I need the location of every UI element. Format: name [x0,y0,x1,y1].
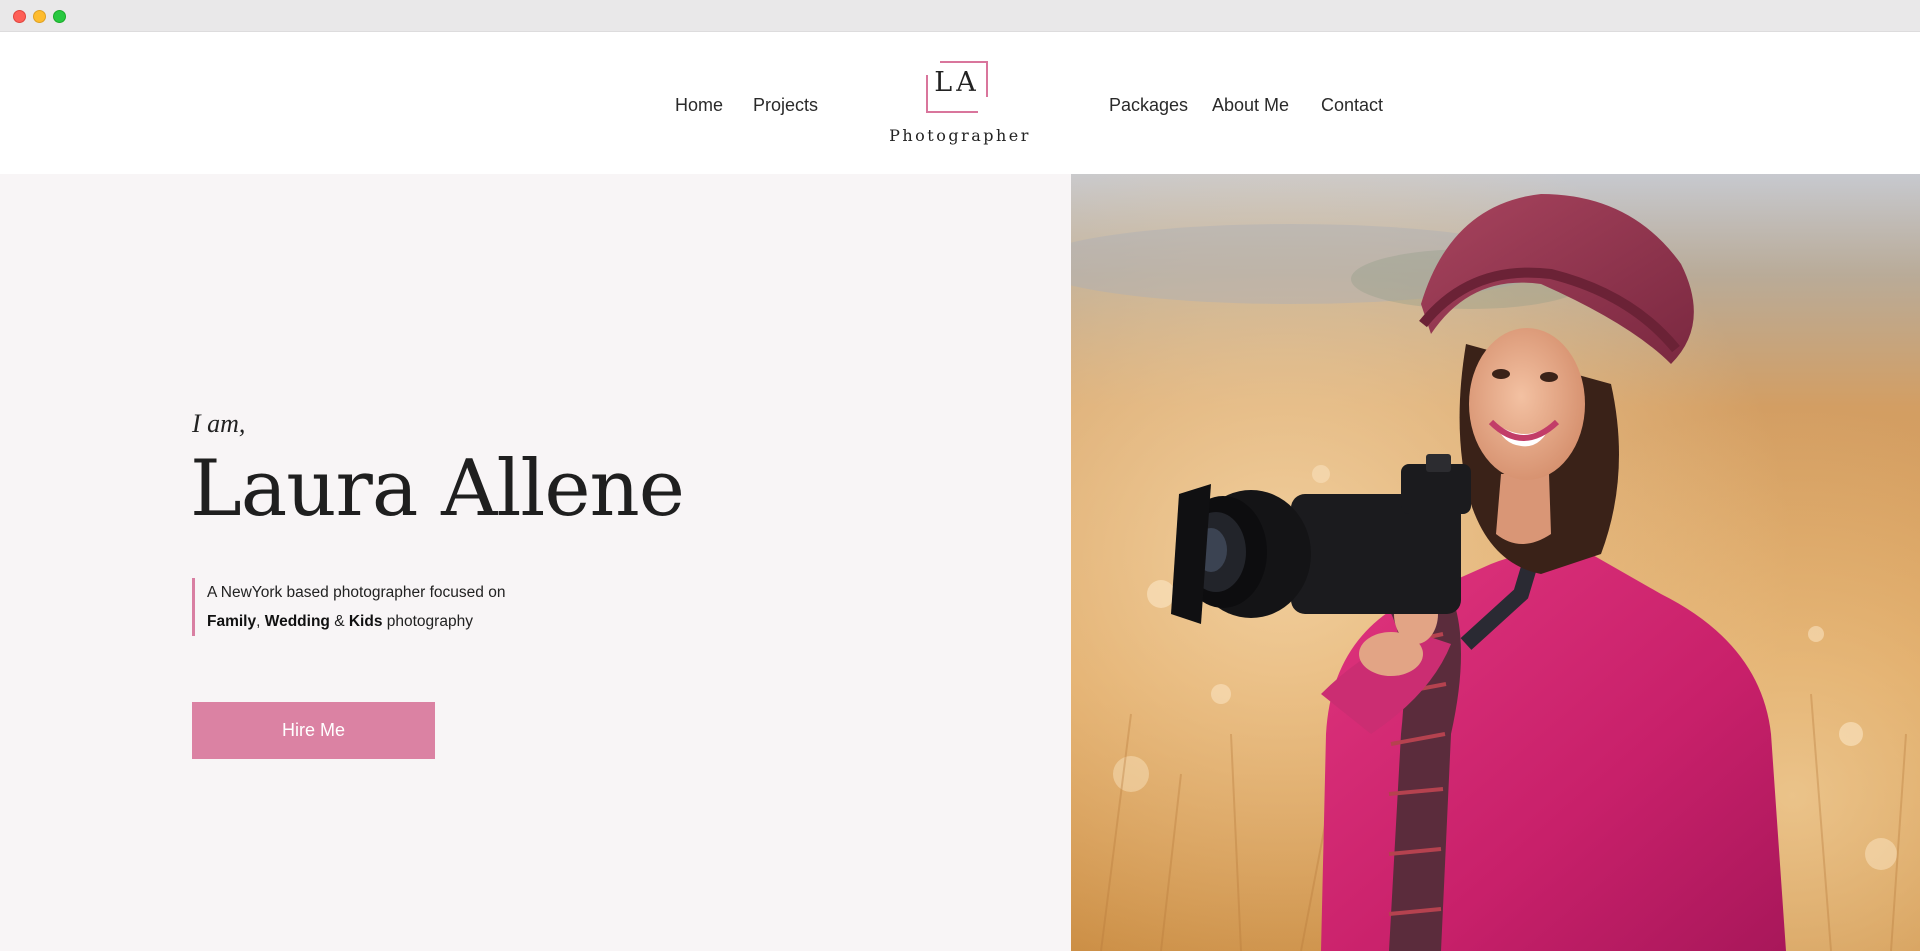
logo-subtitle: Photographer [889,126,1031,145]
nav-packages-link[interactable]: Packages [1109,95,1188,116]
hero-intro: I am, [192,409,246,438]
tagline-line-2: Family, Wedding & Kids photography [207,607,505,636]
nav-home-link[interactable]: Home [675,95,723,116]
tag-ampersand: & [334,613,345,630]
tag-wedding: Wedding [264,613,330,630]
site-logo[interactable]: LA Photographer [880,56,1040,156]
hero-photo [1071,174,1920,951]
photographer-portrait-image [1071,174,1920,951]
nav-projects-link[interactable]: Projects [753,95,818,116]
close-window-icon[interactable] [13,10,26,23]
browser-window-chrome [0,0,1920,32]
hire-me-button[interactable]: Hire Me [192,702,435,759]
maximize-window-icon[interactable] [53,10,66,23]
tag-separator: , [256,613,261,630]
nav-about-link[interactable]: About Me [1212,95,1289,116]
tag-suffix: photography [386,613,473,630]
minimize-window-icon[interactable] [33,10,46,23]
hero-name: Laura Allene [190,444,685,534]
tagline-line-1: A NewYork based photographer focused on [207,584,506,601]
tag-kids: Kids [348,613,383,630]
logo-initials: LA [934,67,980,98]
nav-contact-link[interactable]: Contact [1321,95,1383,116]
tag-family: Family [207,613,257,630]
site-header: Home Projects LA Photographer Packages A… [0,32,1920,174]
hero-section: I am, Laura Allene A NewYork based photo… [0,174,1071,951]
hero-tagline: A NewYork based photographer focused on … [192,578,505,636]
